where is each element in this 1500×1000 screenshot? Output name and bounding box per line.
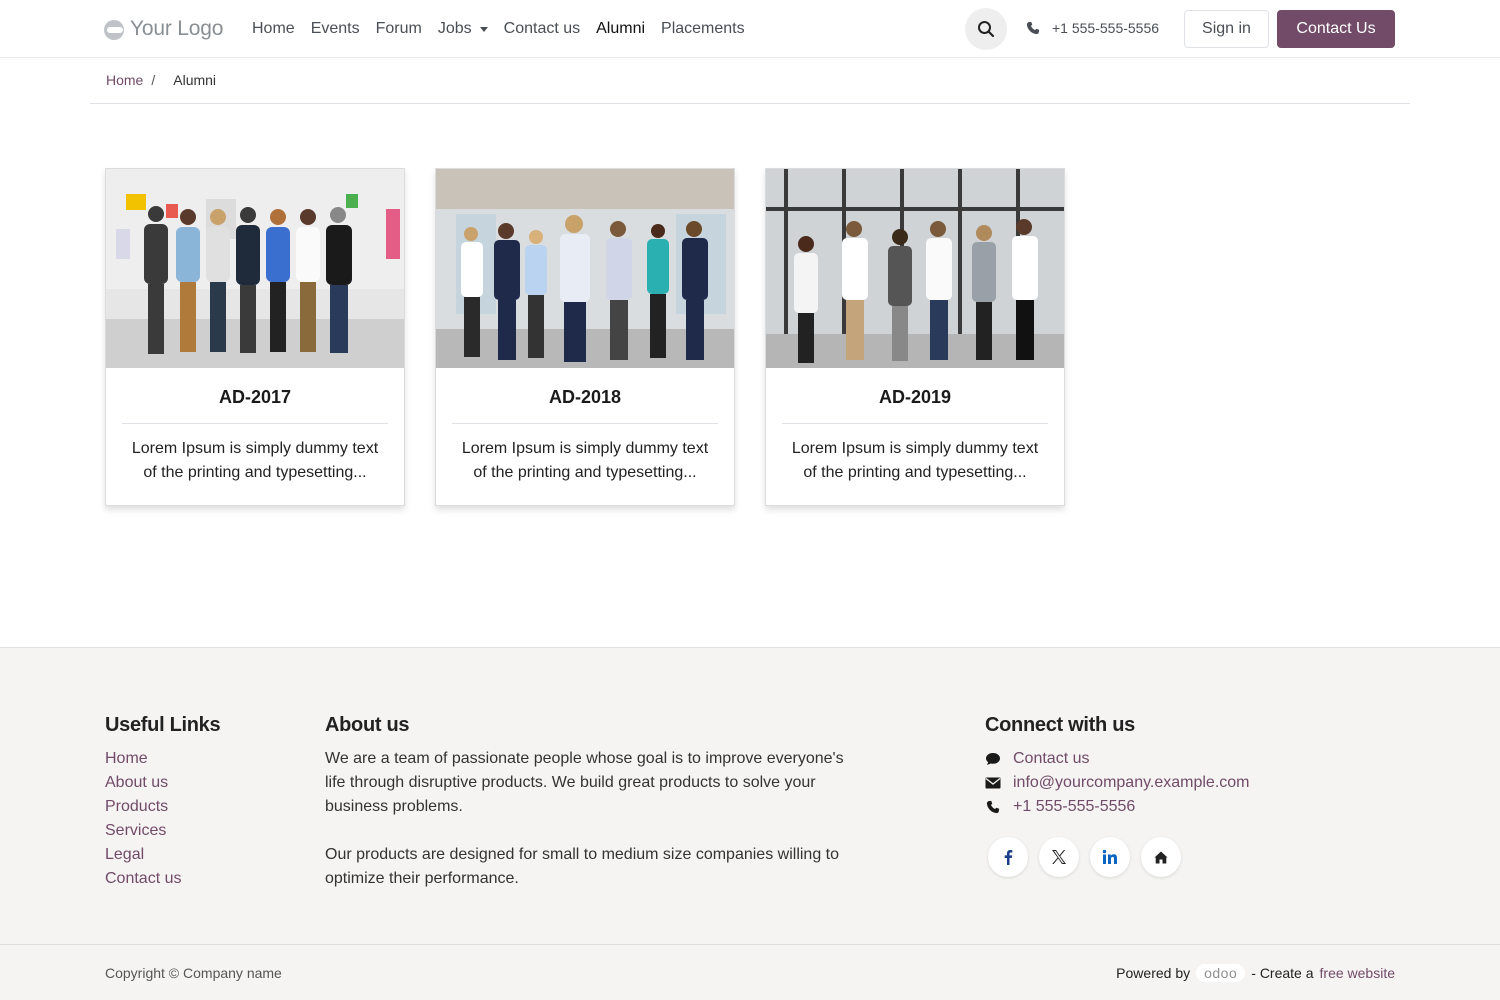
- linkedin-icon: [1102, 849, 1117, 864]
- footer-link-home[interactable]: Home: [105, 747, 181, 771]
- chevron-down-icon: [479, 26, 488, 32]
- main-nav: Home Events Forum Jobs Contact us Alumni…: [244, 18, 753, 40]
- card-desc-line1: Lorem Ipsum is simply dummy text: [461, 440, 709, 457]
- about-us-heading: About us: [325, 714, 410, 736]
- envelope-icon: [985, 777, 1001, 789]
- alumni-card-2018[interactable]: AD-2018 Lorem Ipsum is simply dummy text…: [435, 168, 735, 506]
- facebook-link[interactable]: [988, 837, 1028, 877]
- card-desc-line2: of the printing and typesetting...: [143, 464, 367, 481]
- about-us-paragraph-1: We are a team of passionate people whose…: [325, 750, 844, 815]
- site-footer: Useful Links Home About us Products Serv…: [0, 647, 1500, 945]
- connect-list: Contact us info@yourcompany.example.com …: [985, 747, 1250, 819]
- nav-item-alumni[interactable]: Alumni: [588, 18, 653, 40]
- alumni-card-title: AD-2017: [218, 387, 292, 407]
- nav-item-jobs-label: Jobs: [437, 20, 472, 37]
- alumni-card-2019[interactable]: AD-2019 Lorem Ipsum is simply dummy text…: [765, 168, 1065, 506]
- alumni-card-description: Lorem Ipsum is simply dummy text of the …: [118, 437, 392, 485]
- logo-icon: [104, 18, 126, 40]
- header-phone-number: +1 555-555-5556: [1052, 20, 1160, 36]
- card-divider: [122, 423, 388, 424]
- breadcrumb-current: Alumni: [173, 72, 217, 88]
- facebook-icon: [1004, 850, 1013, 865]
- nav-item-placements[interactable]: Placements: [653, 18, 753, 40]
- connect-email-link[interactable]: info@yourcompany.example.com: [1013, 774, 1250, 792]
- nav-item-contact-us[interactable]: Contact us: [496, 18, 588, 40]
- create-label: - Create a: [1251, 965, 1314, 981]
- comment-icon: [985, 752, 1001, 766]
- connect-heading: Connect with us: [985, 714, 1135, 736]
- phone-icon: [985, 800, 1001, 814]
- connect-phone-link[interactable]: +1 555-555-5556: [1013, 798, 1135, 816]
- footer-link-about-us[interactable]: About us: [105, 771, 181, 795]
- powered-by-label: Powered by: [1116, 965, 1191, 981]
- alumni-card-2017[interactable]: AD-2017 Lorem Ipsum is simply dummy text…: [105, 168, 405, 506]
- sign-in-button[interactable]: Sign in: [1184, 10, 1269, 48]
- logo-text: Your Logo: [130, 17, 224, 40]
- alumni-card-title: AD-2019: [878, 387, 952, 407]
- connect-contact-link[interactable]: Contact us: [1013, 750, 1089, 768]
- header-phone[interactable]: +1 555-555-5556: [1026, 20, 1159, 36]
- useful-links-heading: Useful Links: [105, 714, 221, 736]
- search-icon: [978, 21, 995, 38]
- x-icon: [1052, 850, 1066, 864]
- logo[interactable]: Your Logo: [104, 14, 223, 44]
- footer-bottom-bar: Copyright © Company name Powered by odoo…: [0, 944, 1500, 1000]
- social-links: [988, 837, 1181, 877]
- phone-icon: [1026, 21, 1040, 35]
- card-desc-line1: Lorem Ipsum is simply dummy text: [131, 440, 379, 457]
- card-desc-line1: Lorem Ipsum is simply dummy text: [791, 440, 1039, 457]
- breadcrumb: Home / Alumni: [106, 72, 216, 88]
- nav-item-home[interactable]: Home: [244, 18, 303, 40]
- alumni-card-image: [766, 169, 1064, 368]
- useful-links-list: Home About us Products Services Legal Co…: [105, 747, 181, 891]
- linkedin-link[interactable]: [1090, 837, 1130, 877]
- home-icon: [1154, 851, 1168, 863]
- connect-email-row: info@yourcompany.example.com: [985, 771, 1250, 795]
- connect-phone-row: +1 555-555-5556: [985, 795, 1250, 819]
- alumni-card-description: Lorem Ipsum is simply dummy text of the …: [448, 437, 722, 485]
- card-divider: [452, 423, 718, 424]
- site-header: Your Logo Home Events Forum Jobs Contact…: [0, 0, 1500, 58]
- footer-link-services[interactable]: Services: [105, 819, 181, 843]
- alumni-card-image: [106, 169, 404, 368]
- card-desc-line2: of the printing and typesetting...: [803, 464, 1027, 481]
- search-button[interactable]: [965, 8, 1007, 50]
- footer-link-legal[interactable]: Legal: [105, 843, 181, 867]
- card-divider: [782, 423, 1048, 424]
- nav-item-jobs[interactable]: Jobs: [430, 18, 496, 40]
- website-link[interactable]: [1141, 837, 1181, 877]
- footer-link-products[interactable]: Products: [105, 795, 181, 819]
- alumni-card-image: [436, 169, 734, 368]
- card-desc-line2: of the printing and typesetting...: [473, 464, 697, 481]
- breadcrumb-separator: /: [151, 72, 156, 88]
- odoo-logo[interactable]: odoo: [1196, 964, 1246, 982]
- footer-link-contact-us[interactable]: Contact us: [105, 867, 181, 891]
- alumni-card-description: Lorem Ipsum is simply dummy text of the …: [778, 437, 1052, 485]
- free-website-link[interactable]: free website: [1320, 965, 1395, 981]
- breadcrumb-divider: [90, 103, 1410, 104]
- about-us-paragraph-2: Our products are designed for small to m…: [325, 846, 840, 887]
- breadcrumb-home[interactable]: Home: [106, 72, 143, 88]
- alumni-card-title: AD-2018: [548, 387, 622, 407]
- powered-by: Powered by odoo - Create a free website: [1116, 964, 1395, 982]
- copyright-text: Copyright © Company name: [105, 965, 282, 981]
- about-us-text: We are a team of passionate people whose…: [325, 747, 855, 891]
- connect-contact-row: Contact us: [985, 747, 1250, 771]
- nav-item-forum[interactable]: Forum: [368, 18, 430, 40]
- contact-us-button[interactable]: Contact Us: [1277, 10, 1395, 48]
- x-link[interactable]: [1039, 837, 1079, 877]
- nav-item-events[interactable]: Events: [303, 18, 368, 40]
